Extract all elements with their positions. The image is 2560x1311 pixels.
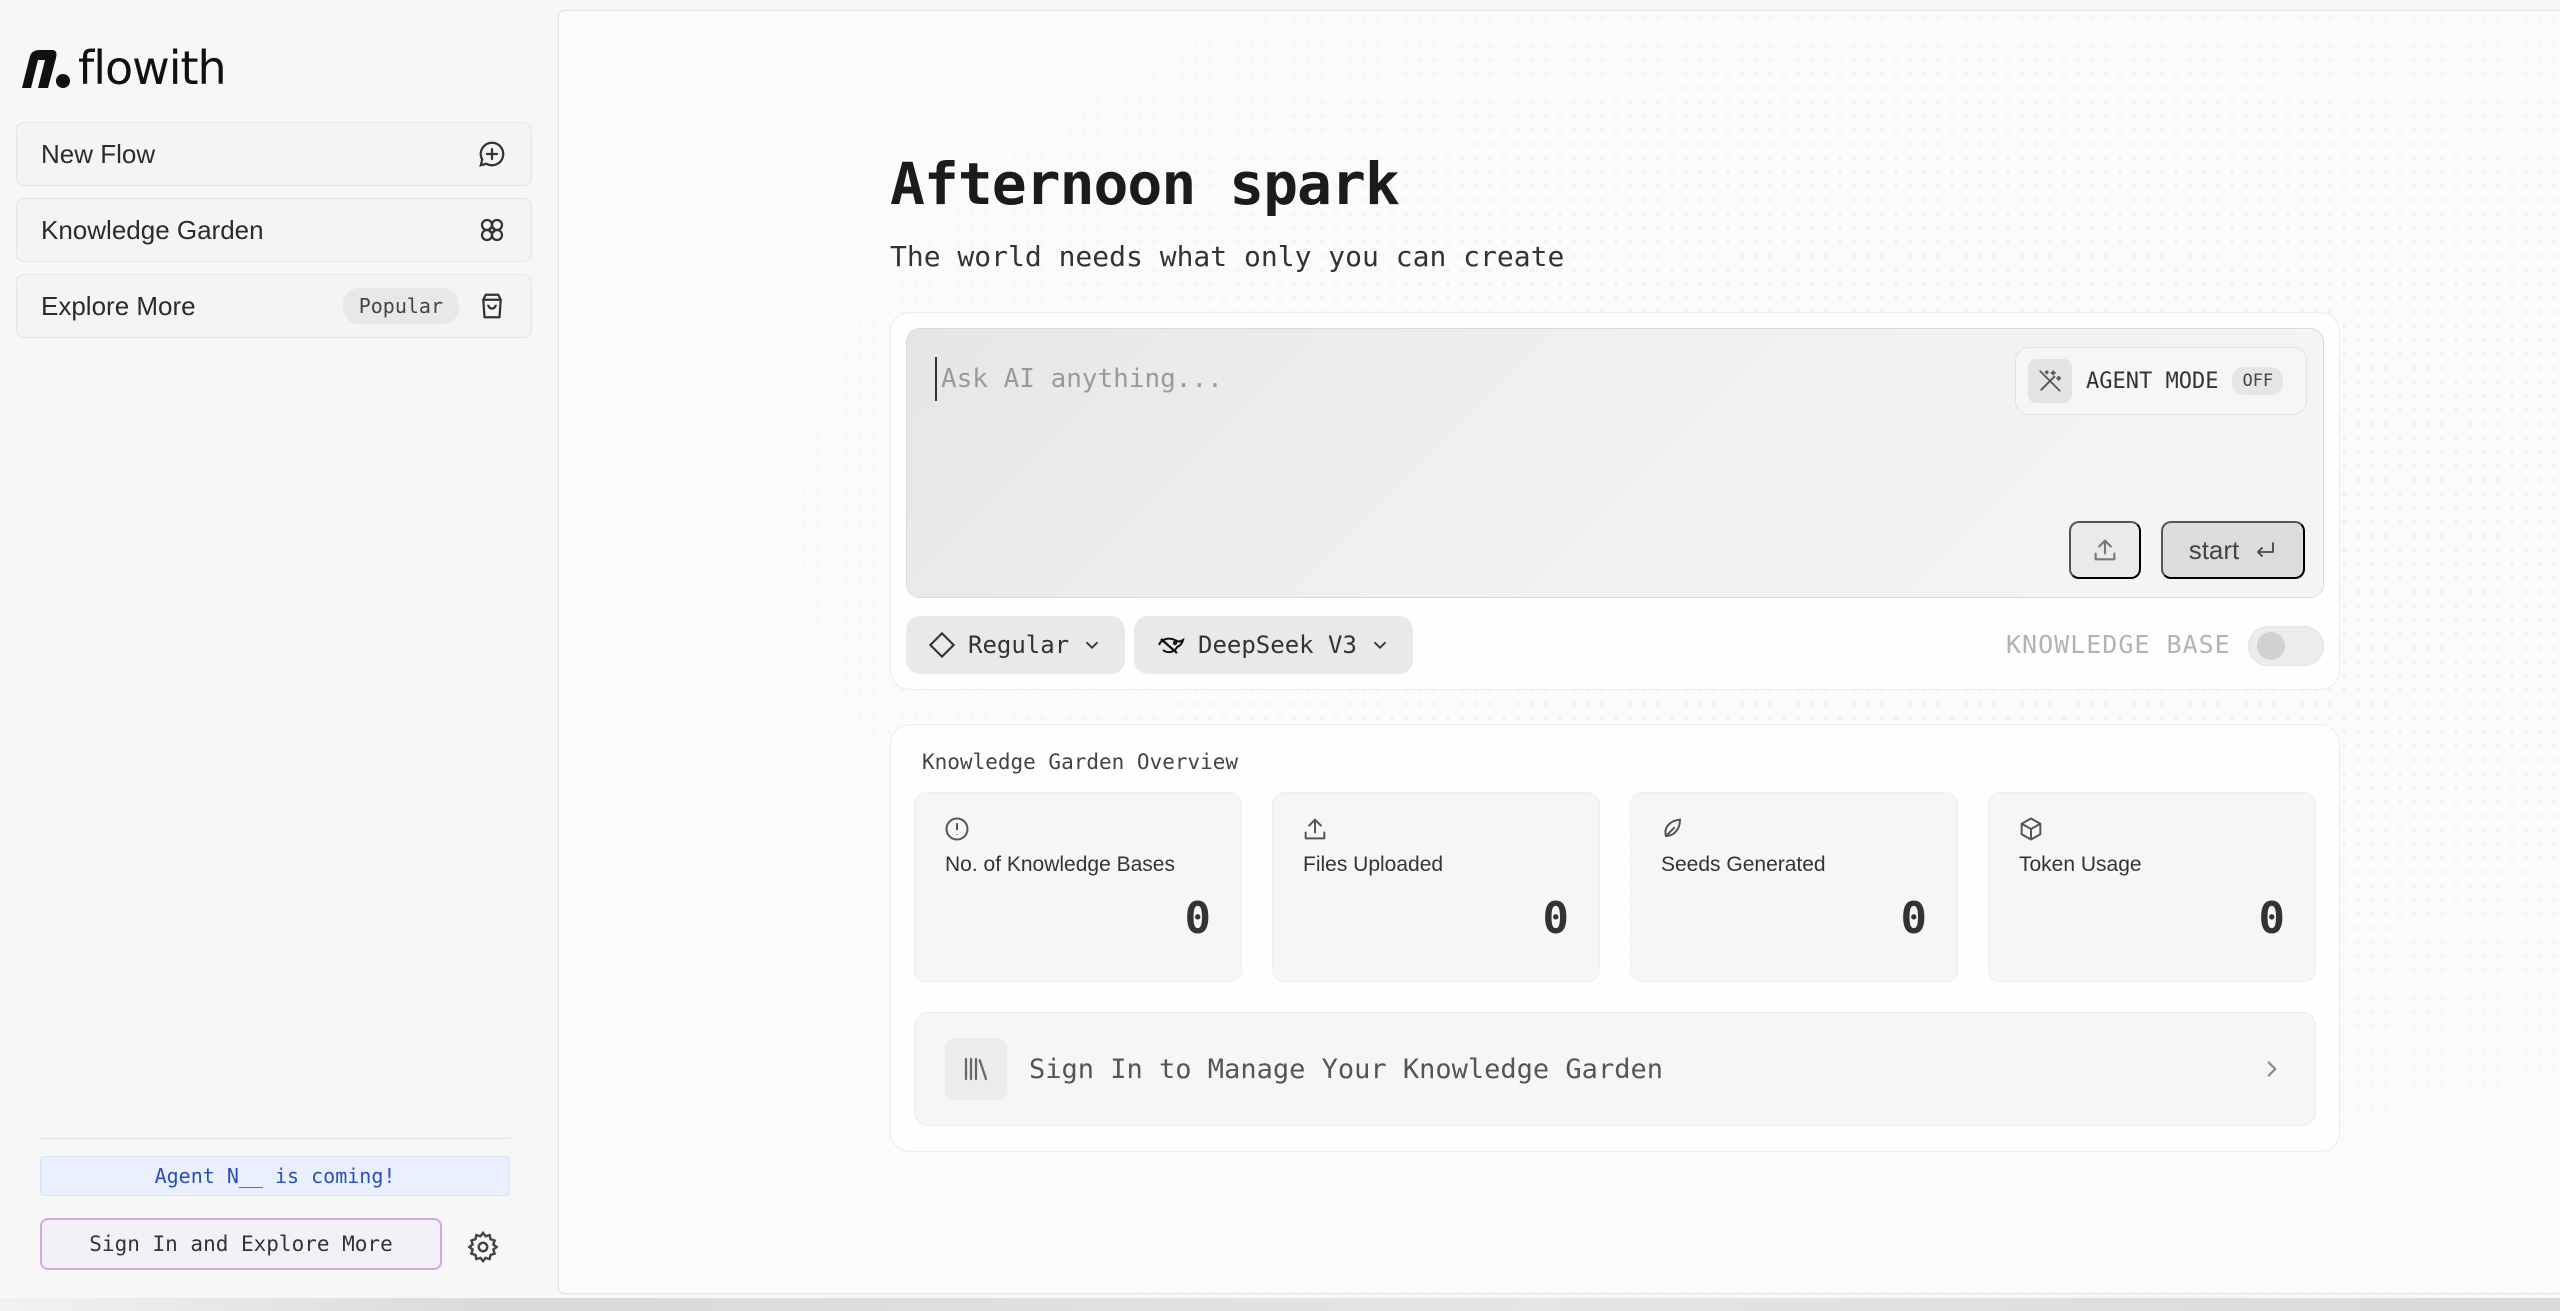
stat-value: 0 bbox=[1184, 893, 1212, 944]
cube-icon bbox=[2020, 817, 2042, 841]
stat-label: Seeds Generated bbox=[1661, 853, 1826, 876]
sidebar-item-label: Knowledge Garden bbox=[41, 214, 264, 245]
shopping-bag-icon bbox=[482, 293, 502, 319]
stat-files-uploaded: Files Uploaded 0 bbox=[1272, 792, 1600, 982]
info-circle-icon bbox=[945, 817, 969, 841]
mode-selector-value: Regular bbox=[968, 631, 1070, 659]
mode-selector[interactable]: Regular bbox=[906, 616, 1126, 674]
logo[interactable]: flowith bbox=[18, 40, 227, 96]
whale-icon bbox=[1158, 637, 1185, 654]
chat-plus-icon bbox=[479, 141, 505, 167]
app-name: flowith bbox=[78, 41, 227, 95]
stat-label: Files Uploaded bbox=[1303, 853, 1444, 876]
page-title: Afternoon spark bbox=[890, 150, 1400, 218]
toggle-knob bbox=[2257, 632, 2285, 660]
stat-label: No. of Knowledge Bases bbox=[945, 853, 1175, 876]
sidebar-item-label: New Flow bbox=[41, 138, 156, 169]
model-selector-value: DeepSeek V3 bbox=[1198, 631, 1357, 659]
page-subtitle: The world needs what only you can create bbox=[890, 240, 1565, 273]
chevron-down-icon bbox=[1086, 641, 1099, 650]
upload-button[interactable] bbox=[2069, 521, 2141, 579]
stat-seeds-generated: Seeds Generated 0 bbox=[1630, 792, 1958, 982]
flower-icon bbox=[480, 218, 504, 242]
gear-icon[interactable] bbox=[466, 1230, 500, 1264]
sidebar-item-label: Explore More bbox=[41, 290, 196, 321]
sidebar-item-explore-more[interactable]: Explore More Popular bbox=[16, 274, 532, 338]
composer: AGENT MODE OFF start bbox=[906, 328, 2324, 598]
sign-in-button[interactable]: Sign In and Explore More bbox=[40, 1218, 442, 1270]
manage-knowledge-garden-text: Sign In to Manage Your Knowledge Garden bbox=[1029, 1053, 1663, 1085]
ask-ai-input[interactable] bbox=[935, 357, 1835, 401]
knowledge-garden-title: Knowledge Garden Overview bbox=[922, 750, 1239, 774]
knowledge-base-label: KNOWLEDGE BASE bbox=[2006, 630, 2231, 659]
enter-key-icon bbox=[2257, 542, 2275, 557]
sidebar-item-knowledge-garden[interactable]: Knowledge Garden bbox=[16, 198, 532, 262]
sidebar-item-new-flow[interactable]: New Flow bbox=[16, 122, 532, 186]
stat-knowledge-bases: No. of Knowledge Bases 0 bbox=[914, 792, 1242, 982]
agent-mode-state-badge: OFF bbox=[2232, 367, 2284, 395]
sidebar-divider bbox=[40, 1138, 510, 1139]
knowledge-base-toggle[interactable] bbox=[2248, 626, 2324, 666]
window-bottom-edge bbox=[0, 1298, 2560, 1311]
agent-announcement-banner[interactable]: Agent N__ is coming! bbox=[40, 1156, 510, 1196]
magic-wand-icon bbox=[2028, 359, 2072, 403]
chevron-down-icon bbox=[1373, 641, 1387, 650]
stat-value: 0 bbox=[1900, 893, 1928, 944]
sidebar: flowith New Flow Knowledge Garden Explor… bbox=[0, 0, 558, 1311]
start-label: start bbox=[2188, 534, 2240, 565]
flowith-logo-icon bbox=[22, 50, 70, 88]
stat-token-usage: Token Usage 0 bbox=[1988, 792, 2316, 982]
stat-label: Token Usage bbox=[2019, 853, 2142, 876]
agent-mode-toggle[interactable]: AGENT MODE OFF bbox=[2015, 347, 2307, 415]
start-button[interactable]: start bbox=[2161, 521, 2305, 579]
chevron-right-icon bbox=[2267, 1061, 2277, 1077]
model-selector[interactable]: DeepSeek V3 bbox=[1134, 616, 1413, 674]
upload-icon bbox=[2094, 539, 2116, 561]
agent-mode-label: AGENT MODE bbox=[2086, 368, 2219, 394]
seed-icon bbox=[1664, 818, 1681, 837]
upload-icon bbox=[1304, 818, 1326, 840]
library-icon bbox=[945, 1038, 1007, 1100]
stat-value: 0 bbox=[2258, 893, 2286, 944]
popular-badge: Popular bbox=[342, 288, 459, 324]
diamond-icon bbox=[928, 631, 956, 659]
stat-value: 0 bbox=[1542, 893, 1570, 944]
manage-knowledge-garden-link[interactable]: Sign In to Manage Your Knowledge Garden bbox=[914, 1012, 2316, 1126]
